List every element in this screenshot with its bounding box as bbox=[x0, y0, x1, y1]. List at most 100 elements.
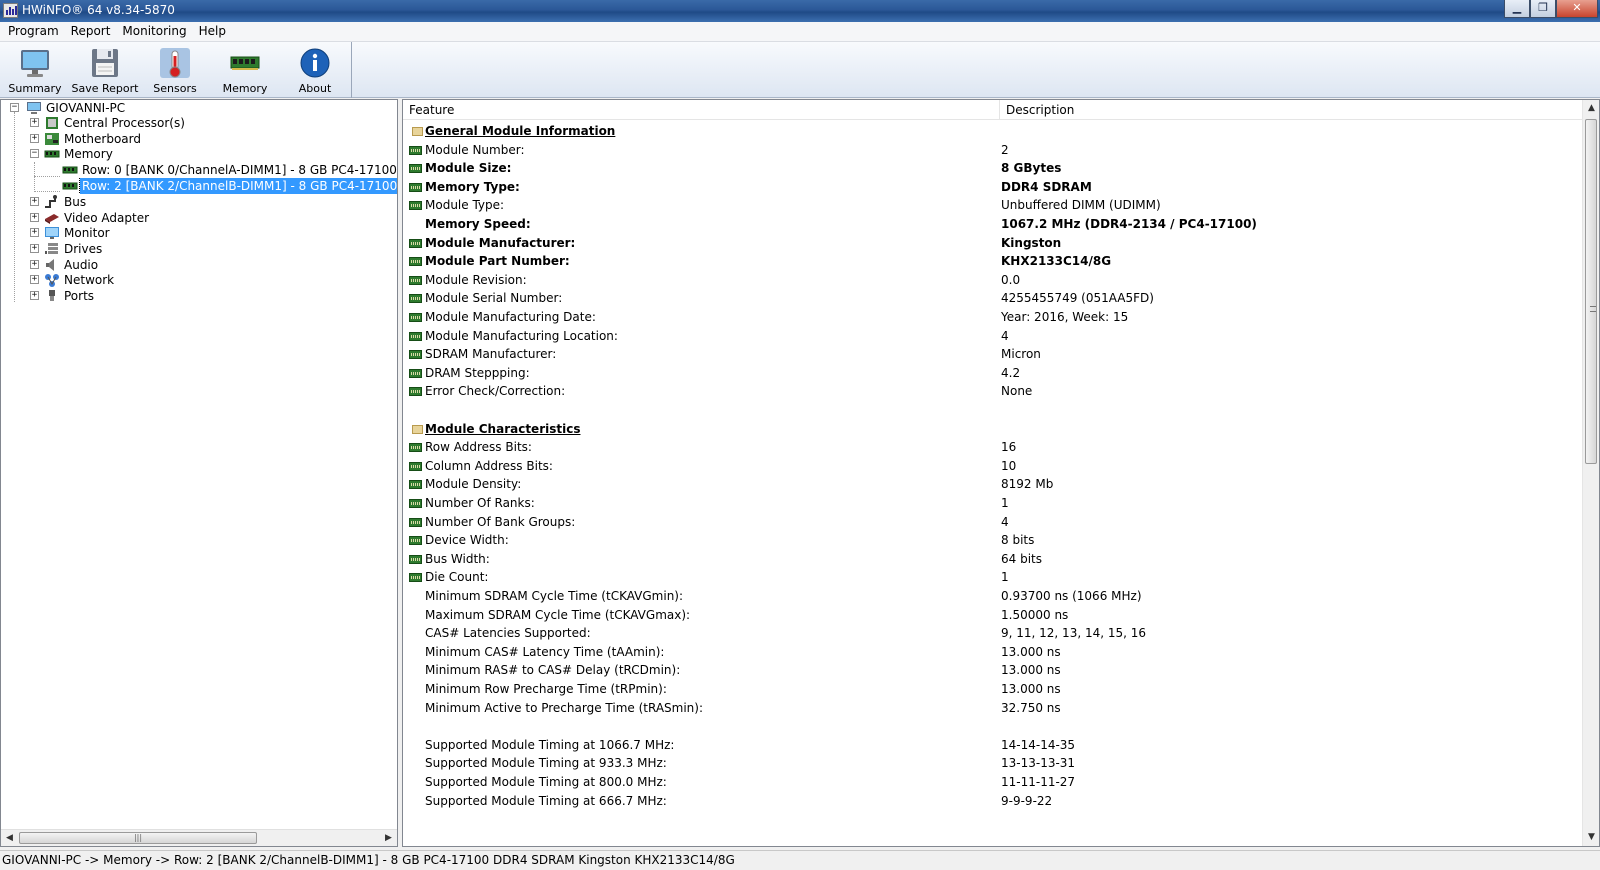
detail-row[interactable]: Device Width: 8 bits bbox=[403, 531, 1583, 550]
expand-network-toggle[interactable]: + bbox=[30, 275, 39, 284]
column-header-description[interactable]: Description bbox=[1000, 100, 1583, 120]
tree-node-ports[interactable]: + Ports bbox=[1, 288, 397, 304]
feature-label: Module Manufacturer: bbox=[425, 235, 576, 250]
vertical-scroll-thumb[interactable] bbox=[1585, 119, 1597, 464]
detail-row[interactable]: Number Of Bank Groups: 4 bbox=[403, 513, 1583, 532]
detail-row[interactable]: Module Density: 8192 Mb bbox=[403, 475, 1583, 494]
monitor-icon bbox=[45, 227, 59, 239]
detail-row[interactable]: Column Address Bits: 10 bbox=[403, 457, 1583, 476]
scroll-right-arrow-icon[interactable]: ▶ bbox=[380, 830, 397, 846]
menu-monitoring[interactable]: Monitoring bbox=[116, 22, 192, 41]
description-value: Year: 2016, Week: 15 bbox=[1001, 310, 1129, 324]
hwinfo-app-icon[interactable] bbox=[3, 3, 18, 18]
description-value: 32.750 ns bbox=[1001, 700, 1061, 715]
expand-drives-toggle[interactable]: + bbox=[30, 244, 39, 253]
expand-bus-toggle[interactable]: + bbox=[30, 197, 39, 206]
section-header-row[interactable]: General Module Information bbox=[403, 122, 1583, 141]
toolbar: Summary Save Report Sensors Memory About bbox=[0, 42, 1600, 98]
collapse-memory-toggle[interactable]: − bbox=[30, 149, 39, 158]
detail-row[interactable]: Minimum SDRAM Cycle Time (tCKAVGmin): 0.9… bbox=[403, 587, 1583, 606]
tree-node-video-adapter[interactable]: + Video Adapter bbox=[1, 210, 397, 226]
detail-row[interactable]: Module Part Number: KHX2133C14/8G bbox=[403, 252, 1583, 271]
detail-row[interactable]: Minimum Active to Precharge Time (tRASmi… bbox=[403, 699, 1583, 718]
detail-row[interactable]: Supported Module Timing at 1066.7 MHz: 14… bbox=[403, 736, 1583, 755]
detail-row[interactable]: Supported Module Timing at 933.3 MHz: 13-… bbox=[403, 754, 1583, 773]
column-header-feature[interactable]: Feature bbox=[403, 100, 1000, 120]
about-button[interactable]: About bbox=[280, 42, 350, 98]
detail-list[interactable]: Feature Description General Module Infor… bbox=[402, 99, 1600, 847]
expand-monitor-toggle[interactable]: + bbox=[30, 228, 39, 237]
detail-row[interactable]: Die Count: 1 bbox=[403, 568, 1583, 587]
tree-node-memory-row-0[interactable]: Row: 0 [BANK 0/ChannelA-DIMM1] - 8 GB PC… bbox=[1, 162, 397, 178]
description-value: 9-9-9-22 bbox=[1001, 793, 1053, 808]
detail-row[interactable]: Module Type: Unbuffered DIMM (UDIMM) bbox=[403, 196, 1583, 215]
close-button[interactable]: ✕ bbox=[1556, 0, 1598, 18]
detail-row[interactable]: Supported Module Timing at 666.7 MHz: 9-9… bbox=[403, 792, 1583, 811]
minimize-button[interactable]: ▁ bbox=[1504, 0, 1530, 18]
section-header-row[interactable]: Module Characteristics bbox=[403, 420, 1583, 439]
device-tree[interactable]: − GIOVANNI-PC + Central Processor(s) + M… bbox=[0, 99, 398, 847]
scroll-down-arrow-icon[interactable]: ▼ bbox=[1583, 829, 1600, 846]
tree-node-audio[interactable]: + Audio bbox=[1, 257, 397, 273]
tree-node-memory[interactable]: − Memory bbox=[1, 146, 397, 162]
detail-row[interactable]: Module Manufacturing Date: Year: 2016, We… bbox=[403, 308, 1583, 327]
detail-row[interactable]: CAS# Latencies Supported: 9, 11, 12, 13, … bbox=[403, 624, 1583, 643]
detail-row[interactable]: Memory Type: DDR4 SDRAM bbox=[403, 178, 1583, 197]
horizontal-scroll-thumb[interactable]: ||| bbox=[19, 832, 257, 844]
detail-row[interactable]: Supported Module Timing at 800.0 MHz: 11-… bbox=[403, 773, 1583, 792]
save-report-button[interactable]: Save Report bbox=[70, 42, 140, 98]
detail-row[interactable]: SDRAM Manufacturer: Micron bbox=[403, 345, 1583, 364]
tree-node-monitor[interactable]: + Monitor bbox=[1, 225, 397, 241]
detail-row[interactable]: Row Address Bits: 16 bbox=[403, 438, 1583, 457]
menu-help[interactable]: Help bbox=[193, 22, 232, 41]
tree-node-root[interactable]: − GIOVANNI-PC bbox=[1, 100, 397, 116]
detail-vertical-scrollbar[interactable]: ▲ ▼ bbox=[1582, 100, 1599, 846]
detail-row[interactable]: Module Revision: 0.0 bbox=[403, 271, 1583, 290]
collapse-root-toggle[interactable]: − bbox=[10, 103, 19, 112]
detail-row[interactable]: Module Serial Number: 4255455749 (051AA5F… bbox=[403, 289, 1583, 308]
scroll-up-arrow-icon[interactable]: ▲ bbox=[1583, 100, 1600, 117]
detail-row[interactable]: Module Number: 2 bbox=[403, 141, 1583, 160]
drive-icon bbox=[45, 243, 58, 254]
detail-row[interactable]: Error Check/Correction: None bbox=[403, 382, 1583, 401]
detail-row[interactable]: Module Manufacturing Location: 4 bbox=[403, 327, 1583, 346]
memory-button[interactable]: Memory bbox=[210, 42, 280, 98]
scroll-left-arrow-icon[interactable]: ◀ bbox=[1, 830, 18, 846]
expand-ports-toggle[interactable]: + bbox=[30, 291, 39, 300]
expand-audio-toggle[interactable]: + bbox=[30, 260, 39, 269]
detail-row[interactable]: Minimum CAS# Latency Time (tAAmin): 13.00… bbox=[403, 643, 1583, 662]
detail-row[interactable]: Module Manufacturer: Kingston bbox=[403, 234, 1583, 253]
detail-row[interactable]: Module Size: 8 GBytes bbox=[403, 159, 1583, 178]
detail-header: Feature Description bbox=[403, 100, 1583, 120]
detail-row[interactable]: Minimum RAS# to CAS# Delay (tRCDmin): 13.… bbox=[403, 661, 1583, 680]
expand-video-adapter-toggle[interactable]: + bbox=[30, 213, 39, 222]
detail-row[interactable]: Bus Width: 64 bits bbox=[403, 550, 1583, 569]
save-report-label: Save Report bbox=[71, 82, 139, 95]
menu-report[interactable]: Report bbox=[65, 22, 117, 41]
detail-row[interactable]: Maximum SDRAM Cycle Time (tCKAVGmax): 1.5… bbox=[403, 606, 1583, 625]
memory-module-icon bbox=[409, 257, 422, 267]
tree-horizontal-scrollbar[interactable]: ◀ ||| ▶ bbox=[1, 829, 397, 846]
detail-row[interactable]: Memory Speed: 1067.2 MHz (DDR4-2134 / PC4… bbox=[403, 215, 1583, 234]
blank-row bbox=[403, 401, 1583, 420]
memory-module-icon bbox=[409, 499, 422, 508]
detail-row[interactable]: Minimum Row Precharge Time (tRPmin): 13.0… bbox=[403, 680, 1583, 699]
detail-row[interactable]: Number Of Ranks: 1 bbox=[403, 494, 1583, 513]
tree-node-network[interactable]: + Network bbox=[1, 272, 397, 288]
description-value: 8192 Mb bbox=[1001, 477, 1054, 492]
maximize-button[interactable]: ❐ bbox=[1530, 0, 1556, 18]
tree-node-motherboard[interactable]: + Motherboard bbox=[1, 131, 397, 147]
tree-node-bus[interactable]: + Bus bbox=[1, 194, 397, 210]
summary-button[interactable]: Summary bbox=[0, 42, 70, 98]
expand-cpu-toggle[interactable]: + bbox=[30, 118, 39, 127]
expand-motherboard-toggle[interactable]: + bbox=[30, 134, 39, 143]
menu-program[interactable]: Program bbox=[2, 22, 65, 41]
tree-node-drives[interactable]: + Drives bbox=[1, 241, 397, 257]
sensors-button[interactable]: Sensors bbox=[140, 42, 210, 98]
feature-label: Module Manufacturing Date: bbox=[425, 310, 596, 324]
feature-label: Die Count: bbox=[425, 570, 489, 585]
memory-module-icon bbox=[230, 56, 260, 70]
detail-row[interactable]: DRAM Steppping: 4.2 bbox=[403, 364, 1583, 383]
tree-node-cpu[interactable]: + Central Processor(s) bbox=[1, 115, 397, 131]
tree-node-memory-row-2[interactable]: Row: 2 [BANK 2/ChannelB-DIMM1] - 8 GB PC… bbox=[1, 178, 397, 194]
